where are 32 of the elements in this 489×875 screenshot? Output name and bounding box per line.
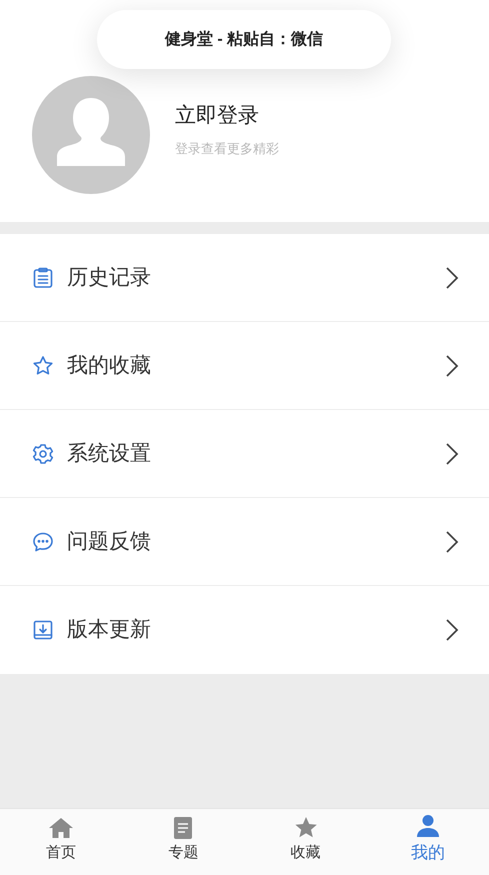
menu-item[interactable]: 历史记录 <box>0 234 489 322</box>
clipboard-icon <box>31 266 55 290</box>
login-title[interactable]: 立即登录 <box>175 100 279 131</box>
star-icon <box>31 354 55 378</box>
chevron-right-icon <box>445 266 459 290</box>
menu-label: 版本更新 <box>67 617 152 644</box>
menu-item[interactable]: 版本更新 <box>0 586 489 674</box>
settings-icon <box>31 442 55 466</box>
menu-item[interactable]: 问题反馈 <box>0 498 489 586</box>
toast-text: 健身堂 - 粘贴自：微信 <box>164 30 324 50</box>
chat-bubble-icon <box>31 530 55 554</box>
download-icon <box>31 618 55 642</box>
menu-label: 我的收藏 <box>67 352 152 379</box>
tab[interactable]: 我的 <box>366 809 489 875</box>
star-icon <box>294 816 318 840</box>
home-icon <box>48 816 74 840</box>
avatar-icon <box>32 76 150 194</box>
chevron-right-icon <box>445 442 459 466</box>
menu-item[interactable]: 我的收藏 <box>0 322 489 410</box>
menu-item[interactable]: 系统设置 <box>0 410 489 498</box>
tab[interactable]: 专题 <box>122 809 244 875</box>
menu-label: 历史记录 <box>67 264 152 291</box>
menu-label: 问题反馈 <box>67 528 152 555</box>
login-subtitle: 登录查看更多精彩 <box>175 140 279 158</box>
chevron-right-icon <box>445 618 459 642</box>
tab[interactable]: 收藏 <box>244 809 367 875</box>
chevron-right-icon <box>445 530 459 554</box>
tab[interactable]: 首页 <box>0 809 122 875</box>
chevron-right-icon <box>445 354 459 378</box>
document-icon <box>173 816 194 840</box>
menu-label: 系统设置 <box>67 440 152 467</box>
person-icon <box>414 814 441 838</box>
